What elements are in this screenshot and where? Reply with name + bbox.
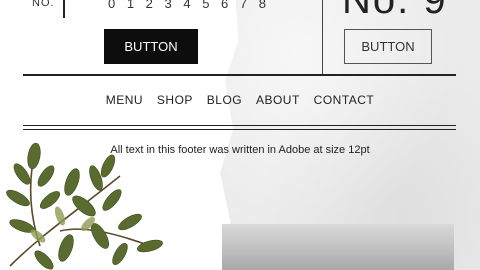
digit-sequence: 0 1 2 3 4 5 6 7 8 bbox=[108, 0, 270, 11]
nav-top-rule bbox=[23, 74, 456, 76]
nav-item-contact[interactable]: CONTACT bbox=[314, 93, 375, 107]
stamp-divider bbox=[63, 0, 65, 18]
nav-item-about[interactable]: ABOUT bbox=[256, 93, 300, 107]
nav-item-blog[interactable]: BLOG bbox=[207, 93, 242, 107]
nav-item-shop[interactable]: SHOP bbox=[157, 93, 193, 107]
textured-photo bbox=[222, 224, 454, 270]
nav-bottom-rule-2 bbox=[23, 129, 456, 130]
dark-button[interactable]: BUTTON bbox=[104, 29, 198, 64]
nav-bottom-rule-1 bbox=[23, 125, 456, 126]
big-number-title: No. 9 bbox=[342, 0, 448, 22]
main-nav: MENU SHOP BLOG ABOUT CONTACT bbox=[0, 93, 480, 107]
header-divider bbox=[322, 0, 323, 74]
plant-illustration bbox=[6, 142, 163, 270]
nav-item-menu[interactable]: MENU bbox=[106, 93, 143, 107]
outline-button[interactable]: BUTTON bbox=[344, 29, 432, 64]
number-label: NO. bbox=[32, 0, 55, 9]
